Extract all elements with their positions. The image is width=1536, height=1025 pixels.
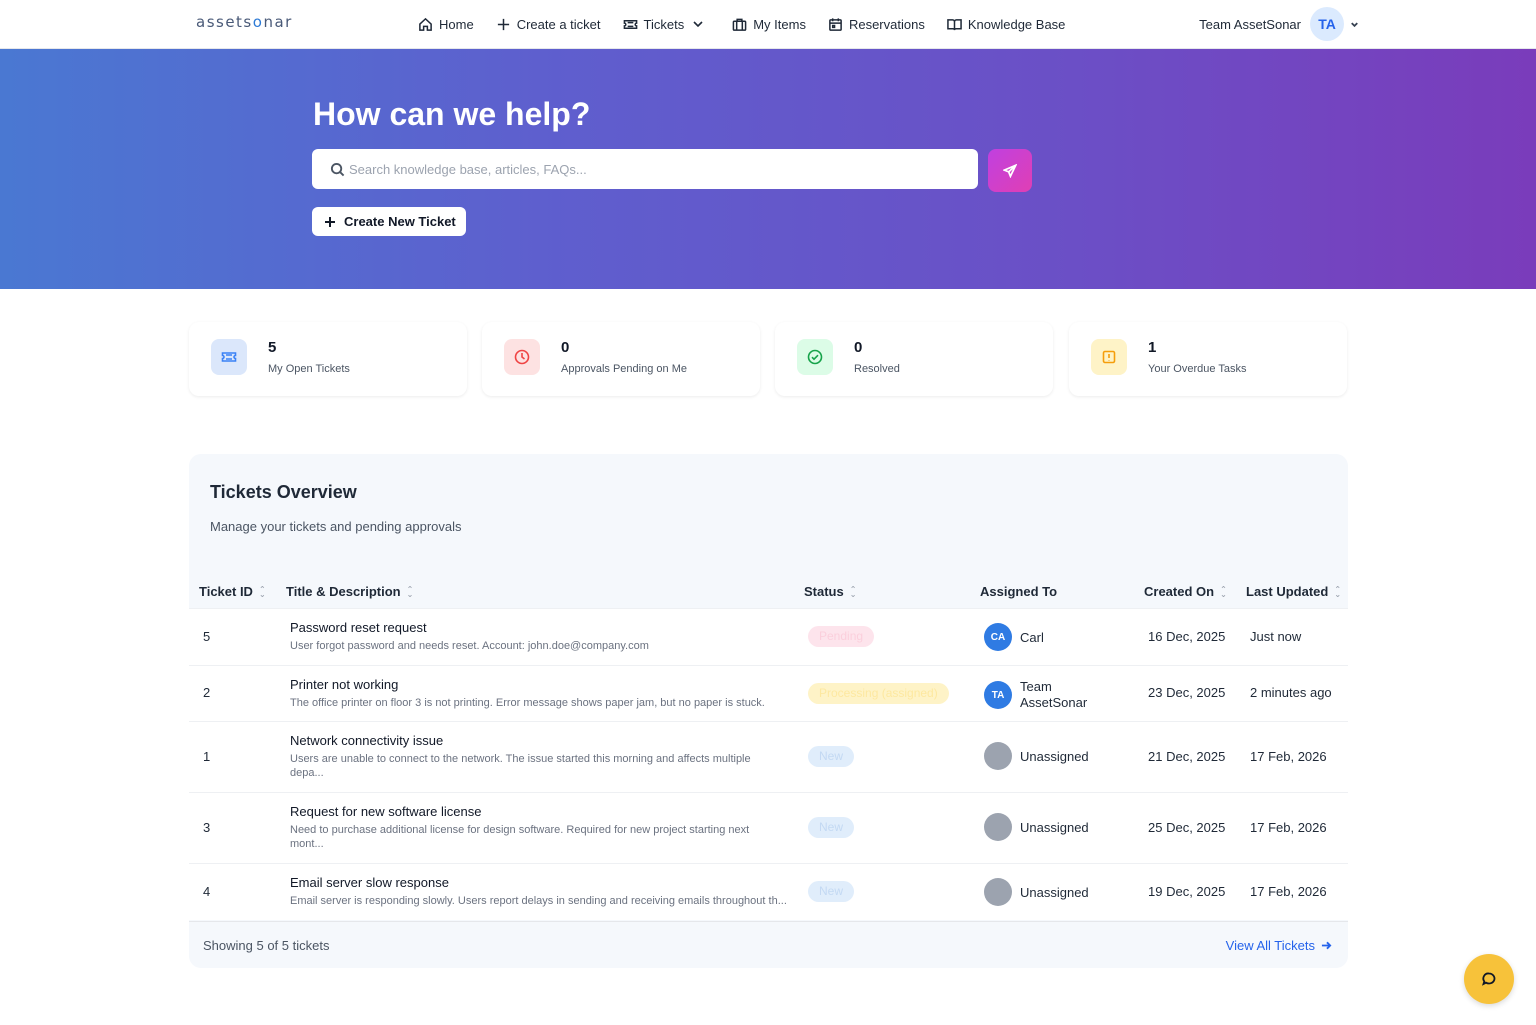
table-row[interactable]: 1 Network connectivity issue Users are u… [189,721,1348,792]
alert-icon [1091,339,1127,375]
sort-icon[interactable]: ⌃ ⌄ [407,585,414,598]
table-footer: Showing 5 of 5 tickets View All Tickets [189,921,1348,968]
stat-value: 5 [268,339,277,356]
chevron-down-icon [693,21,703,28]
nav-my-items[interactable]: My Items [732,17,806,32]
sort-icon[interactable]: ⌃ ⌄ [1220,585,1227,598]
tickets-overview-panel: Tickets Overview Manage your tickets and… [189,454,1348,968]
sort-icon[interactable]: ⌃ ⌄ [850,585,857,598]
nav-knowledge-base[interactable]: Knowledge Base [947,17,1065,32]
assignee: CA Carl [984,623,1044,651]
plus-icon [497,18,509,30]
hero-banner: How can we help? Create New Ticket [0,49,1536,289]
col-status[interactable]: Status ⌃ ⌄ [804,584,857,599]
stat-label: My Open Tickets [268,363,350,375]
ticket-title[interactable]: Email server slow response [290,875,790,890]
stat-value: 0 [561,339,570,356]
ticket-title[interactable]: Network connectivity issue [290,733,760,748]
col-created-on[interactable]: Created On ⌃ ⌄ [1144,584,1227,599]
ticket-title[interactable]: Printer not working [290,677,790,692]
nav-home[interactable]: Home [418,17,474,32]
assignee: Unassigned [984,742,1089,770]
briefcase-icon [732,18,747,31]
assetsonar-logo[interactable]: assetsonar [196,13,293,31]
col-ticket-id[interactable]: Ticket ID ⌃ ⌄ [199,584,266,599]
ticket-description: Need to purchase additional license for … [290,824,750,850]
search-input[interactable] [349,161,949,177]
col-last-updated[interactable]: Last Updated ⌃ ⌄ [1246,584,1341,599]
ticket-description: Users are unable to connect to the netwo… [290,753,751,779]
book-icon [947,18,962,30]
user-name: Team AssetSonar [1199,16,1301,32]
ticket-icon [211,339,247,375]
stat-value: 0 [854,339,863,356]
table-row[interactable]: 2 Printer not working The office printer… [189,665,1348,721]
top-navbar: assetsonar Home Create a ticket Tickets … [0,0,1536,49]
ticket-description: User forgot password and needs reset. Ac… [290,640,649,652]
ticket-description: Email server is responding slowly. Users… [290,895,787,907]
create-new-ticket-button[interactable]: Create New Ticket [312,207,466,236]
chevron-down-icon[interactable] [1349,19,1360,30]
chat-widget-button[interactable] [1464,954,1514,1004]
status-badge: Processing (assigned) [808,683,949,704]
sort-icon[interactable]: ⌃ ⌄ [259,585,266,598]
stat-label: Approvals Pending on Me [561,363,687,375]
col-assigned-to: Assigned To [980,584,1058,599]
clock-icon [504,339,540,375]
assignee: Unassigned [984,878,1089,906]
avatar[interactable]: TA [1310,7,1344,41]
home-icon [419,17,432,31]
table-row[interactable]: 4 Email server slow response Email serve… [189,863,1348,920]
send-icon [1003,163,1017,178]
view-all-tickets-link[interactable]: View All Tickets [1226,938,1332,953]
showing-count: Showing 5 of 5 tickets [203,938,330,953]
overview-subtitle: Manage your tickets and pending approval… [210,519,462,534]
check-circle-icon [797,339,833,375]
stat-card-resolved[interactable]: 0 Resolved [775,322,1053,396]
nav-tickets[interactable]: Tickets [623,17,705,32]
status-badge: New [808,881,855,902]
overview-title: Tickets Overview [210,482,357,502]
table-header: Ticket ID ⌃ ⌄ Title & Description ⌃ ⌄ Status… [189,576,1348,608]
table-row[interactable]: 5 Password reset request User forgot pas… [189,608,1348,665]
stat-card-open-tickets[interactable]: 5 My Open Tickets [189,322,467,396]
col-title[interactable]: Title & Description ⌃ ⌄ [286,584,414,599]
table-body: 5 Password reset request User forgot pas… [189,608,1348,920]
status-badge: New [808,746,855,767]
stat-label: Resolved [854,363,900,375]
chat-bubble-icon [1482,972,1496,986]
status-badge: New [808,817,855,838]
hero-title: How can we help? [313,96,591,132]
plus-icon [325,216,335,227]
avatar [984,813,1012,841]
ticket-icon [623,19,637,29]
user-menu[interactable]: Team AssetSonar TA [1199,7,1360,41]
search-submit-button[interactable] [988,149,1032,192]
main-nav: Home Create a ticket Tickets My Items Re… [418,0,1087,48]
stat-card-approvals[interactable]: 0 Approvals Pending on Me [482,322,760,396]
ticket-title[interactable]: Request for new software license [290,804,760,819]
search-icon [330,162,345,176]
table-row[interactable]: 3 Request for new software license Need … [189,792,1348,863]
avatar [984,878,1012,906]
nav-reservations[interactable]: Reservations [828,17,925,32]
stat-value: 1 [1148,339,1157,356]
avatar: CA [984,623,1012,651]
search-box[interactable] [312,149,978,189]
nav-create-ticket[interactable]: Create a ticket [496,17,601,32]
sort-icon[interactable]: ⌃ ⌄ [1334,585,1341,598]
arrow-right-icon [1321,941,1332,950]
ticket-title[interactable]: Password reset request [290,620,790,635]
assignee: Unassigned [984,813,1089,841]
ticket-description: The office printer on floor 3 is not pri… [290,697,765,709]
calendar-icon [829,17,842,31]
avatar: TA [984,681,1012,709]
avatar [984,742,1012,770]
assignee: TA Team AssetSonar [984,679,1100,711]
stat-label: Your Overdue Tasks [1148,363,1247,375]
status-badge: Pending [808,626,875,647]
stat-card-overdue-tasks[interactable]: 1 Your Overdue Tasks [1069,322,1347,396]
